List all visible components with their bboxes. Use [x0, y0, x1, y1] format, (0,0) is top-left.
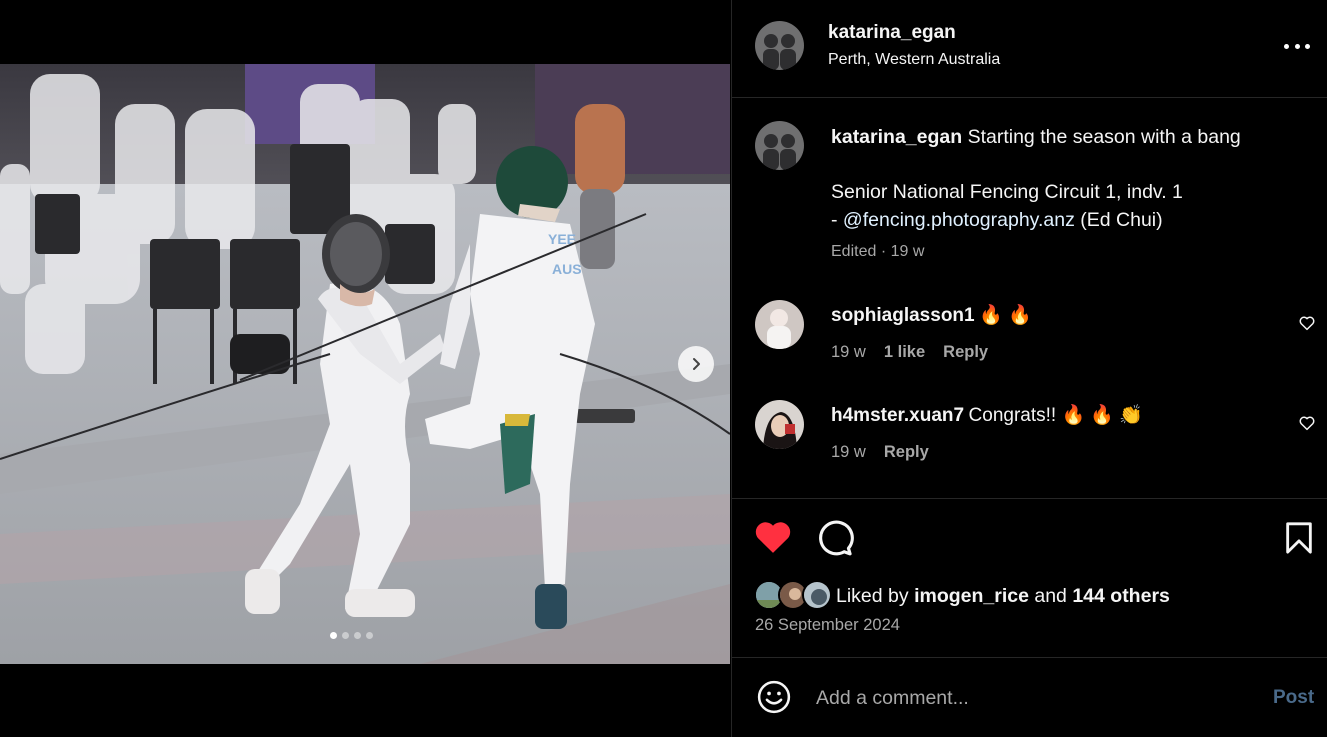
- comment-item: sophiaglasson1 🔥 🔥: [831, 303, 1032, 327]
- comment-meta: 19 w Reply: [831, 443, 929, 462]
- post-header: katarina_egan Perth, Western Australia: [732, 0, 1327, 98]
- svg-text:AUS: AUS: [552, 261, 582, 277]
- author-username[interactable]: katarina_egan: [828, 22, 956, 44]
- caption-author-avatar[interactable]: [755, 121, 804, 170]
- avatar-image: [755, 121, 804, 170]
- carousel-dot: [354, 632, 361, 639]
- caption-dash: -: [831, 208, 843, 231]
- carousel-dot: [330, 632, 337, 639]
- mention-link[interactable]: @fencing.photography.anz: [843, 209, 1075, 231]
- liked-by-prefix: Liked by: [836, 585, 915, 607]
- heart-outline-icon[interactable]: [1298, 314, 1316, 332]
- comment-like-count[interactable]: 1 like: [884, 343, 925, 362]
- avatar-image: [804, 582, 830, 608]
- more-icon: [1284, 43, 1289, 49]
- caption-line: katarina_egan Starting the season with a…: [831, 124, 1301, 152]
- liked-by: Liked by imogen_rice and 144 others: [836, 585, 1170, 608]
- liked-by-mid: and: [1028, 585, 1073, 607]
- caption-event: Senior National Fencing Circuit 1, indv.…: [831, 181, 1183, 203]
- caption-credit-name: (Ed Chui): [1074, 208, 1163, 231]
- post-photo[interactable]: YEE AUS: [0, 64, 730, 664]
- fencing-photo: YEE AUS: [0, 64, 730, 664]
- post-caption: katarina_egan Starting the season with a…: [831, 124, 1301, 234]
- comment-time: 19 w: [831, 443, 866, 461]
- bookmark-icon[interactable]: [1284, 521, 1314, 555]
- carousel-dot: [342, 632, 349, 639]
- avatar-image: [755, 400, 804, 449]
- liked-by-user[interactable]: imogen_rice: [914, 585, 1029, 607]
- comment-time: 19 w: [831, 343, 866, 361]
- heart-filled-icon[interactable]: [754, 519, 792, 555]
- avatar-image: [755, 21, 804, 70]
- avatar-image: [755, 300, 804, 349]
- comment-username[interactable]: h4mster.xuan7: [831, 405, 964, 426]
- comment-text: Congrats!! 🔥 🔥 👏: [968, 405, 1143, 426]
- liked-by-others[interactable]: 144 others: [1072, 585, 1170, 607]
- post-comment-button[interactable]: Post: [1273, 687, 1314, 709]
- reply-button[interactable]: Reply: [884, 443, 929, 462]
- carousel-indicator: [330, 632, 373, 639]
- liker-avatar[interactable]: [802, 580, 832, 610]
- emoji-icon[interactable]: [757, 680, 791, 714]
- commenter-avatar[interactable]: [755, 400, 804, 449]
- comment-text: 🔥 🔥: [979, 305, 1032, 326]
- carousel-dot: [366, 632, 373, 639]
- comment-username[interactable]: sophiaglasson1: [831, 305, 975, 326]
- more-options-button[interactable]: [1284, 36, 1310, 56]
- more-icon: [1294, 43, 1300, 49]
- heart-outline-icon[interactable]: [1298, 414, 1316, 432]
- more-icon: [1305, 43, 1310, 49]
- commenter-avatar[interactable]: [755, 300, 804, 349]
- reply-button[interactable]: Reply: [943, 343, 988, 362]
- divider: [732, 498, 1327, 499]
- author-avatar[interactable]: [755, 21, 804, 70]
- comment-item: h4mster.xuan7 Congrats!! 🔥 🔥 👏: [831, 403, 1143, 427]
- caption-username[interactable]: katarina_egan: [831, 126, 962, 148]
- post-media: YEE AUS: [0, 0, 730, 737]
- comment-meta: 19 w 1 like Reply: [831, 343, 988, 362]
- comment-composer: Post: [732, 658, 1327, 737]
- post-sidebar: katarina_egan Perth, Western Australia k…: [731, 0, 1327, 737]
- chevron-right-icon: [693, 358, 700, 370]
- post-location[interactable]: Perth, Western Australia: [828, 51, 1000, 69]
- caption-credit: - @fencing.photography.anz (Ed Chui): [831, 207, 1301, 235]
- caption-text: Starting the season with a bang: [967, 126, 1241, 148]
- next-photo-button[interactable]: [678, 346, 714, 382]
- post-date: 26 September 2024: [755, 616, 900, 634]
- comment-input[interactable]: [816, 682, 1246, 714]
- caption-meta: Edited · 19 w: [831, 243, 925, 260]
- comment-icon[interactable]: [816, 519, 854, 557]
